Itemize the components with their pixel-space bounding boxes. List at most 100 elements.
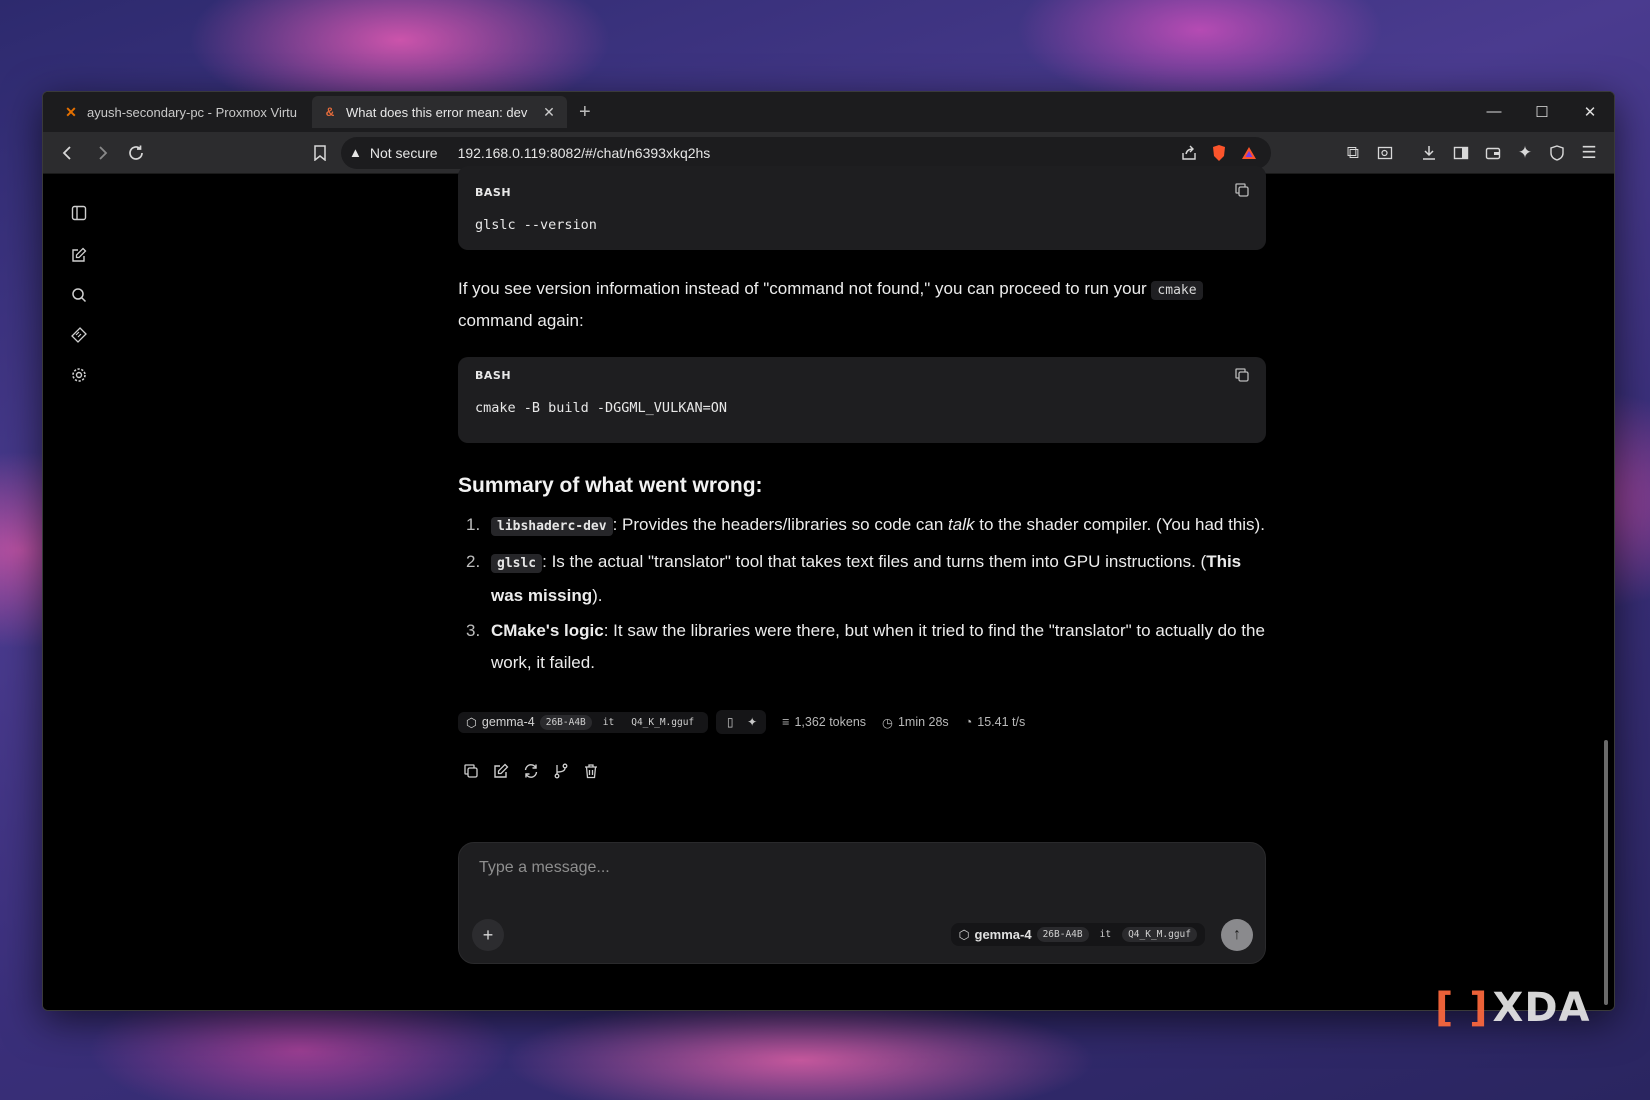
leo-ai-icon[interactable]: ✦ bbox=[1510, 138, 1540, 168]
item-text: ). bbox=[592, 586, 603, 605]
inline-code: libshaderc-dev bbox=[491, 517, 613, 536]
extensions-icon[interactable]: ⧉ bbox=[1338, 138, 1368, 168]
model-variant: it bbox=[602, 716, 615, 728]
send-button[interactable]: ↑ bbox=[1221, 919, 1253, 951]
speed-text: 15.41 t/s bbox=[977, 715, 1026, 729]
gauge-icon: ◔ bbox=[964, 715, 973, 729]
sidebar-toggle-icon[interactable] bbox=[1446, 138, 1476, 168]
code-content: glslc --version bbox=[475, 217, 597, 233]
model-badge[interactable]: ⬡ gemma-4 26B-A4B it Q4_K_M.gguf bbox=[458, 711, 709, 733]
paragraph-text: command again: bbox=[458, 311, 584, 330]
wallet-icon[interactable] bbox=[1478, 138, 1508, 168]
tab-title: ayush-secondary-pc - Proxmox Virtu bbox=[87, 104, 298, 120]
tokens-text: 1,362 tokens bbox=[794, 715, 867, 729]
new-chat-icon[interactable] bbox=[67, 243, 91, 267]
attach-button[interactable]: + bbox=[472, 919, 504, 951]
code-language: BASH bbox=[475, 186, 512, 199]
close-tab-icon[interactable]: ✕ bbox=[541, 104, 557, 121]
list-item: 3. CMake's logic: It saw the libraries w… bbox=[458, 615, 1266, 679]
xda-watermark: [ ] XDA bbox=[1435, 985, 1591, 1031]
code-language: BASH bbox=[475, 369, 512, 382]
watermark-text: XDA bbox=[1492, 985, 1591, 1031]
cube-icon: ⬡ bbox=[466, 715, 477, 730]
sidebar-toggle-icon[interactable] bbox=[67, 201, 91, 225]
bookmark-icon[interactable] bbox=[305, 138, 335, 168]
tokens-icon: ≡ bbox=[782, 715, 790, 729]
tab-proxmox[interactable]: ✕ ayush-secondary-pc - Proxmox Virtu bbox=[53, 96, 308, 128]
brave-shields-icon[interactable] bbox=[1211, 144, 1233, 162]
vpn-icon[interactable] bbox=[1542, 138, 1572, 168]
paragraph-text: If you see version information instead o… bbox=[458, 279, 1147, 298]
toolbar-right: ⧉ ✦ ☰ bbox=[1338, 138, 1604, 168]
item-bold: CMake's logic bbox=[491, 621, 604, 640]
item-text: to the shader compiler. (You had this). bbox=[974, 515, 1265, 534]
warning-icon: ▲ bbox=[349, 145, 362, 160]
window-controls: — ☐ ✕ bbox=[1470, 103, 1614, 121]
duration-text: 1min 28s bbox=[897, 715, 949, 729]
scrollbar[interactable] bbox=[1604, 180, 1608, 1005]
models-icon[interactable] bbox=[67, 323, 91, 347]
message-actions bbox=[462, 762, 600, 780]
scrollbar-thumb[interactable] bbox=[1604, 740, 1608, 1005]
item-text: : Is the actual "translator" tool that t… bbox=[542, 552, 1207, 571]
chat-app-icon: & bbox=[325, 105, 335, 119]
page-content: BASH glslc --version If you see version … bbox=[43, 166, 1614, 1010]
model-size: 26B-A4B bbox=[1036, 927, 1089, 942]
model-name: gemma-4 bbox=[974, 927, 1032, 942]
reload-icon[interactable] bbox=[121, 138, 151, 168]
sparkle-icon[interactable]: ✦ bbox=[742, 713, 762, 731]
security-label: Not secure bbox=[369, 144, 438, 161]
browser-window: ✕ ayush-secondary-pc - Proxmox Virtu & W… bbox=[42, 91, 1615, 1011]
address-bar[interactable]: ▲ Not secure 192.168.0.119:8082/#/chat/n… bbox=[341, 136, 1271, 169]
url-text: 192.168.0.119:8082/#/chat/n6393xkq2hs bbox=[457, 144, 711, 161]
list-item: 2. glslc: Is the actual "translator" too… bbox=[458, 546, 1266, 612]
copy-icon[interactable] bbox=[1234, 182, 1252, 200]
search-icon[interactable] bbox=[67, 283, 91, 307]
inline-code: glslc bbox=[491, 554, 543, 573]
copy-icon[interactable] bbox=[1234, 367, 1252, 385]
duration: ◷ 1min 28s bbox=[882, 715, 949, 730]
speed: ◔ 15.41 t/s bbox=[965, 715, 1026, 729]
download-icon[interactable] bbox=[1414, 138, 1444, 168]
cube-icon: ⬡ bbox=[958, 928, 970, 942]
share-icon[interactable] bbox=[1181, 145, 1203, 161]
tab-chat[interactable]: & What does this error mean: dev ✕ bbox=[312, 96, 567, 128]
brave-rewards-icon[interactable] bbox=[1241, 145, 1263, 161]
copy-message-icon[interactable] bbox=[462, 762, 480, 780]
model-name: gemma-4 bbox=[481, 715, 535, 729]
summary-list: 1. libshaderc-dev: Provides the headers/… bbox=[458, 509, 1266, 682]
code-block: BASH glslc --version bbox=[458, 166, 1266, 250]
settings-icon[interactable] bbox=[67, 363, 91, 387]
item-text: : Provides the headers/libraries so code… bbox=[612, 515, 949, 534]
branch-icon[interactable] bbox=[552, 762, 570, 780]
reader-icon[interactable] bbox=[1370, 138, 1400, 168]
edit-message-icon[interactable] bbox=[492, 762, 510, 780]
message-composer: + ⬡ gemma-4 26B-A4B it Q4_K_M.gguf ↑ bbox=[458, 842, 1266, 964]
app-sidebar bbox=[43, 174, 119, 1010]
close-window-icon[interactable]: ✕ bbox=[1566, 103, 1614, 121]
list-number: 1. bbox=[466, 515, 481, 534]
maximize-icon[interactable]: ☐ bbox=[1518, 103, 1566, 121]
back-icon[interactable] bbox=[53, 138, 83, 168]
menu-icon[interactable]: ☰ bbox=[1574, 138, 1604, 168]
model-file: Q4_K_M.gguf bbox=[1122, 927, 1197, 942]
tab-bar: ✕ ayush-secondary-pc - Proxmox Virtu & W… bbox=[43, 92, 1614, 132]
meta-icons: ▯ ✦ bbox=[716, 710, 767, 734]
clock-icon: ◷ bbox=[882, 715, 893, 730]
minimize-icon[interactable]: — bbox=[1470, 103, 1518, 121]
forward-icon[interactable] bbox=[87, 138, 117, 168]
list-item: 1. libshaderc-dev: Provides the headers/… bbox=[458, 509, 1266, 543]
new-tab-button[interactable]: + bbox=[579, 101, 591, 124]
list-number: 2. bbox=[466, 552, 481, 571]
delete-icon[interactable] bbox=[582, 762, 600, 780]
message-input[interactable] bbox=[479, 859, 1239, 877]
code-block: BASH cmake -B build -DGGML_VULKAN=ON bbox=[458, 357, 1266, 443]
item-italic: talk bbox=[948, 515, 975, 534]
regenerate-icon[interactable] bbox=[522, 762, 540, 780]
model-file: Q4_K_M.gguf bbox=[631, 716, 695, 728]
message-meta: ⬡ gemma-4 26B-A4B it Q4_K_M.gguf ▯ ✦ ≡ 1,… bbox=[458, 710, 1025, 734]
book-icon[interactable]: ▯ bbox=[720, 713, 740, 731]
proxmox-icon: ✕ bbox=[65, 103, 77, 120]
model-selector[interactable]: ⬡ gemma-4 26B-A4B it Q4_K_M.gguf bbox=[950, 923, 1205, 946]
model-size: 26B-A4B bbox=[539, 714, 592, 730]
